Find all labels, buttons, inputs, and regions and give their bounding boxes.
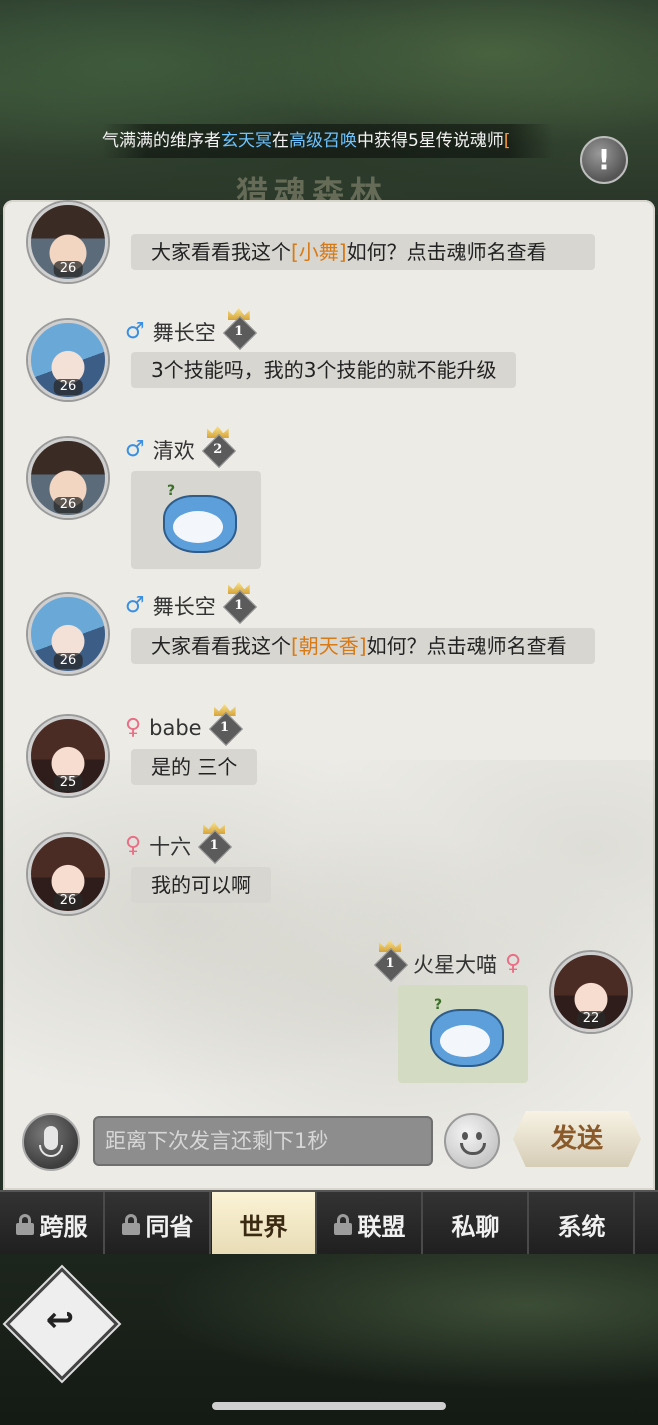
- username[interactable]: 舞长空: [153, 591, 216, 621]
- hero-link[interactable]: [朝天香]: [291, 634, 367, 658]
- name-row: ♂ 清欢 2: [125, 426, 236, 468]
- level-badge: 26: [53, 653, 83, 669]
- level-badge: 26: [53, 379, 83, 395]
- female-icon: ♀: [125, 715, 142, 740]
- tab-private-chat[interactable]: 私聊: [424, 1192, 529, 1256]
- sticker-bubble[interactable]: ?: [131, 471, 261, 569]
- home-indicator[interactable]: [212, 1402, 446, 1410]
- rank-badge: 1: [208, 704, 243, 746]
- input-bar: 发送: [0, 1105, 658, 1185]
- ticker-player: 玄天冥: [221, 131, 272, 151]
- send-button[interactable]: 发送: [513, 1111, 641, 1167]
- ticker-text: 在: [272, 131, 289, 151]
- chat-input[interactable]: [93, 1116, 433, 1166]
- channel-tabbar: 跨服 同省 世界 联盟 私聊 系统: [0, 1190, 658, 1256]
- level-badge: 26: [53, 893, 83, 909]
- male-icon: ♂: [125, 319, 145, 344]
- name-row: 1 火星大喵 ♀: [374, 940, 522, 982]
- chat-bubble[interactable]: 大家看看我这个[小舞]如何？点击魂师名查看: [131, 234, 595, 270]
- microphone-icon[interactable]: [22, 1113, 80, 1171]
- announcement-ticker: 气满满的维序者玄天冥在高级召唤中获得5星传说魂师[: [102, 124, 554, 158]
- name-row: ♂ 舞长空 1: [125, 582, 257, 624]
- username[interactable]: 十六: [149, 831, 191, 861]
- username[interactable]: 清欢: [153, 435, 195, 465]
- my-avatar[interactable]: 22: [551, 952, 631, 1032]
- lock-icon: [121, 1214, 140, 1235]
- rank-badge: 1: [222, 308, 257, 350]
- username[interactable]: babe: [149, 716, 201, 740]
- female-icon: ♀: [505, 951, 522, 976]
- female-icon: ♀: [125, 833, 142, 858]
- male-icon: ♂: [125, 437, 145, 462]
- rank-badge: 1: [198, 822, 233, 864]
- sticker-bubble[interactable]: ?: [398, 985, 528, 1083]
- level-badge: 25: [53, 775, 83, 791]
- lock-icon: [15, 1214, 34, 1235]
- message-text: 大家看看我这个: [151, 240, 291, 264]
- alert-icon[interactable]: !: [580, 136, 628, 184]
- male-icon: ♂: [125, 593, 145, 618]
- level-badge: 26: [53, 261, 83, 277]
- tab-label: 同省: [145, 1211, 194, 1241]
- tab-cross-server[interactable]: 跨服: [0, 1192, 105, 1256]
- lock-icon: [333, 1214, 352, 1235]
- message-text: 如何？点击魂师名查看: [346, 240, 547, 264]
- avatar[interactable]: 26: [28, 320, 108, 400]
- chat-panel[interactable]: 26 大家看看我这个[小舞]如何？点击魂师名查看 26 ♂ 舞长空 1 3个技能…: [3, 200, 655, 1190]
- name-row: ♀ 十六 1: [125, 822, 233, 864]
- level-badge: 26: [53, 497, 83, 513]
- tab-same-province[interactable]: 同省: [106, 1192, 211, 1256]
- name-row: ♀ babe 1: [125, 704, 243, 746]
- back-arrow-icon: ↩: [45, 1300, 75, 1340]
- tab-world[interactable]: 世界: [212, 1192, 317, 1256]
- chat-bubble[interactable]: 3个技能吗，我的3个技能的就不能升级: [131, 352, 517, 388]
- avatar[interactable]: 26: [28, 594, 108, 674]
- ticker-bracket: [: [503, 131, 511, 151]
- avatar[interactable]: 25: [28, 716, 108, 796]
- chat-bubble[interactable]: 大家看看我这个[朝天香]如何？点击魂师名查看: [131, 628, 595, 664]
- name-row: ♂ 舞长空 1: [125, 308, 257, 350]
- chat-bubble[interactable]: 我的可以啊: [131, 867, 271, 903]
- tab-label: 联盟: [357, 1211, 406, 1241]
- dragon-sticker-icon: ?: [137, 477, 255, 563]
- tab-label: 世界: [239, 1211, 288, 1241]
- ticker-text: 中获得5星传说魂师: [357, 131, 504, 151]
- chat-bubble[interactable]: 是的 三个: [131, 749, 258, 785]
- username[interactable]: 火星大喵: [413, 949, 497, 979]
- hero-link[interactable]: [小舞]: [291, 240, 347, 264]
- tab-label: 跨服: [39, 1211, 88, 1241]
- tab-system[interactable]: 系统: [530, 1192, 635, 1256]
- rank-badge: 1: [374, 940, 408, 982]
- message-text: 大家看看我这个: [151, 634, 291, 658]
- tab-label: 私聊: [451, 1211, 500, 1241]
- avatar[interactable]: 26: [28, 834, 108, 914]
- username[interactable]: 舞长空: [153, 317, 216, 347]
- tab-label: 系统: [557, 1211, 606, 1241]
- ticker-prefix: 气满满的维序者: [102, 131, 221, 151]
- ticker-event: 高级召唤: [289, 131, 357, 151]
- level-badge: 22: [576, 1011, 606, 1027]
- rank-badge: 1: [222, 582, 257, 624]
- emoji-icon[interactable]: [444, 1113, 500, 1169]
- tab-alliance[interactable]: 联盟: [318, 1192, 423, 1256]
- dragon-sticker-icon: ?: [404, 991, 522, 1077]
- rank-badge: 2: [201, 426, 236, 468]
- avatar[interactable]: 26: [28, 202, 108, 282]
- message-text: 如何？点击魂师名查看: [366, 634, 567, 658]
- avatar[interactable]: 26: [28, 438, 108, 518]
